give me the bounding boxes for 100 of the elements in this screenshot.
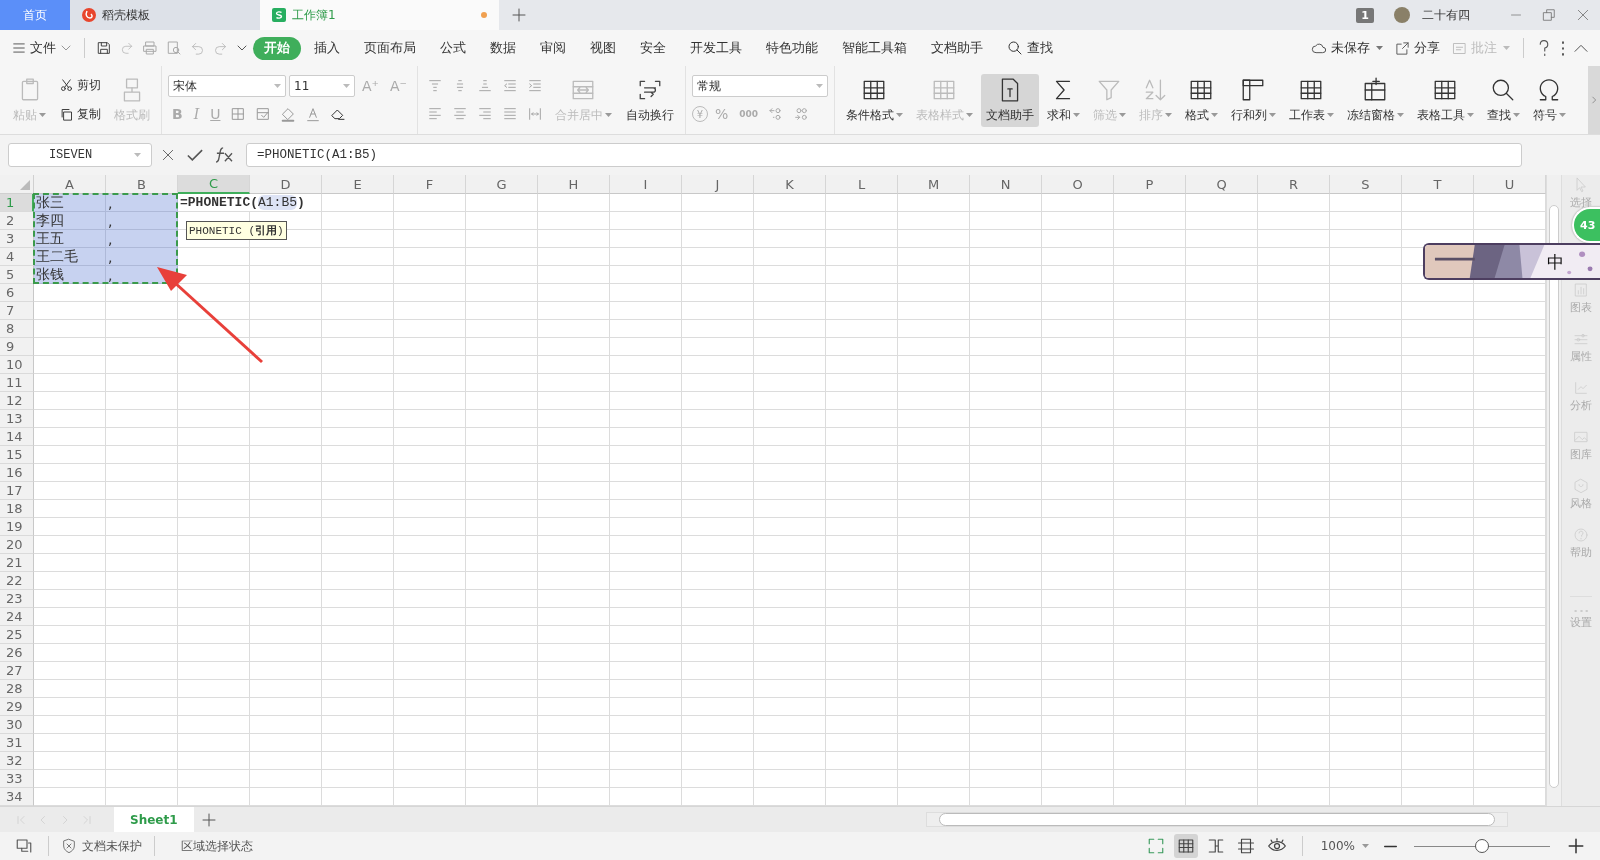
- ribbon-button[interactable]: 符号: [1527, 73, 1571, 127]
- row-header[interactable]: 26: [0, 644, 34, 662]
- column-header[interactable]: E: [322, 175, 394, 194]
- ribbon-button[interactable]: 文档助手: [980, 73, 1039, 127]
- row-header[interactable]: 11: [0, 374, 34, 392]
- menu-tab[interactable]: 特色功能: [755, 36, 829, 60]
- column-header[interactable]: L: [826, 175, 898, 194]
- row-header[interactable]: 10: [0, 356, 34, 374]
- save-status-button[interactable]: 未保存: [1306, 36, 1388, 60]
- column-header[interactable]: N: [970, 175, 1042, 194]
- save-icon: [96, 40, 112, 56]
- column-header[interactable]: R: [1258, 175, 1330, 194]
- menu-tab[interactable]: 开始: [253, 36, 301, 60]
- menu-tab[interactable]: 插入: [303, 36, 351, 60]
- ribbon-button[interactable]: 查找: [1481, 73, 1525, 127]
- ribbon-button[interactable]: 求和: [1041, 73, 1085, 127]
- avatar[interactable]: [1394, 7, 1410, 23]
- row-header[interactable]: 13: [0, 410, 34, 428]
- ribbon-button[interactable]: 工作表: [1283, 73, 1339, 127]
- column-header[interactable]: O: [1042, 175, 1114, 194]
- menu-tab[interactable]: 文档助手: [920, 36, 994, 60]
- ribbon-button[interactable]: 格式: [1179, 73, 1223, 127]
- row-header[interactable]: 33: [0, 770, 34, 788]
- row-header[interactable]: 14: [0, 428, 34, 446]
- selection-mode-status: 区域选择状态: [181, 837, 253, 855]
- menu-tab[interactable]: 公式: [429, 36, 477, 60]
- menu-tab[interactable]: 安全: [629, 36, 677, 60]
- row-header[interactable]: 8: [0, 320, 34, 338]
- horizontal-scrollbar[interactable]: [926, 812, 1508, 827]
- row-header[interactable]: 2: [0, 212, 34, 230]
- document-tab[interactable]: 稻壳模板: [70, 0, 260, 30]
- row-header[interactable]: 21: [0, 554, 34, 572]
- column-header[interactable]: F: [394, 175, 466, 194]
- row-header[interactable]: 19: [0, 518, 34, 536]
- row-header[interactable]: 18: [0, 500, 34, 518]
- font-size-field[interactable]: 11: [289, 75, 355, 97]
- column-header[interactable]: T: [1402, 175, 1474, 194]
- row-header[interactable]: 29: [0, 698, 34, 716]
- column-header[interactable]: M: [898, 175, 970, 194]
- window-count[interactable]: 1: [1356, 7, 1374, 23]
- menu-tab[interactable]: 数据: [479, 36, 527, 60]
- row-header[interactable]: 16: [0, 464, 34, 482]
- normal-view-button[interactable]: [1173, 834, 1198, 858]
- column-header[interactable]: G: [466, 175, 538, 194]
- row-header[interactable]: 22: [0, 572, 34, 590]
- menu-tab[interactable]: 视图: [579, 36, 627, 60]
- protection-status[interactable]: 文档未保护: [61, 837, 142, 855]
- row-header[interactable]: 6: [0, 284, 34, 302]
- formula-field[interactable]: =PHONETIC(A1:B5): [246, 143, 1522, 167]
- ribbon-button[interactable]: 复制: [55, 103, 105, 125]
- ime-toolbar[interactable]: 中: [1423, 243, 1600, 280]
- row-header[interactable]: 31: [0, 734, 34, 752]
- column-header[interactable]: J: [682, 175, 754, 194]
- zoom-level-dropdown[interactable]: 100%: [1314, 839, 1375, 853]
- ribbon-button[interactable]: 行和列: [1225, 73, 1281, 127]
- row-header[interactable]: 20: [0, 536, 34, 554]
- font-name-field[interactable]: 宋体: [168, 75, 286, 97]
- column-header[interactable]: I: [610, 175, 682, 194]
- column-header[interactable]: P: [1114, 175, 1186, 194]
- menu-tab[interactable]: 智能工具箱: [831, 36, 918, 60]
- row-header[interactable]: 12: [0, 392, 34, 410]
- menu-tab[interactable]: 页面布局: [353, 36, 427, 60]
- file-menu[interactable]: 文件: [8, 36, 76, 60]
- user-name[interactable]: 二十有四: [1422, 6, 1470, 24]
- row-header[interactable]: 30: [0, 716, 34, 734]
- zoom-slider-thumb[interactable]: [1475, 839, 1489, 853]
- plus-icon: [1567, 837, 1585, 855]
- row-header[interactable]: 7: [0, 302, 34, 320]
- row-header[interactable]: 4: [0, 248, 34, 266]
- ribbon-button[interactable]: 冻结窗格: [1341, 73, 1409, 127]
- row-header[interactable]: 32: [0, 752, 34, 770]
- document-tab[interactable]: 首页: [0, 0, 70, 30]
- row-header[interactable]: 23: [0, 590, 34, 608]
- row-header[interactable]: 34: [0, 788, 34, 806]
- row-header[interactable]: 5: [0, 266, 34, 284]
- menu-tab[interactable]: 开发工具: [679, 36, 753, 60]
- row-header[interactable]: 15: [0, 446, 34, 464]
- ribbon-button[interactable]: 条件格式: [840, 73, 908, 127]
- document-tab[interactable]: 工作簿1: [260, 0, 499, 30]
- row-header[interactable]: 9: [0, 338, 34, 356]
- row-header[interactable]: 17: [0, 482, 34, 500]
- row-header[interactable]: 24: [0, 608, 34, 626]
- share-button[interactable]: 分享: [1390, 36, 1445, 60]
- column-header[interactable]: S: [1330, 175, 1402, 194]
- sheet-tab[interactable]: Sheet1: [114, 807, 194, 832]
- ribbon-button[interactable]: 表格工具: [1411, 73, 1479, 127]
- number-format-field[interactable]: 常规: [691, 75, 828, 97]
- column-header[interactable]: Q: [1186, 175, 1258, 194]
- row-header[interactable]: 27: [0, 662, 34, 680]
- wrap-text-button[interactable]: 自动换行: [620, 73, 679, 127]
- name-box[interactable]: ISEVEN: [8, 143, 152, 167]
- search-button[interactable]: 查找: [996, 36, 1064, 60]
- row-header[interactable]: 25: [0, 626, 34, 644]
- row-header[interactable]: 3: [0, 230, 34, 248]
- vertical-scrollbar[interactable]: [1546, 175, 1561, 806]
- column-header[interactable]: H: [538, 175, 610, 194]
- row-header[interactable]: 28: [0, 680, 34, 698]
- column-header[interactable]: K: [754, 175, 826, 194]
- ribbon-button[interactable]: 剪切: [55, 75, 105, 97]
- menu-tab[interactable]: 审阅: [529, 36, 577, 60]
